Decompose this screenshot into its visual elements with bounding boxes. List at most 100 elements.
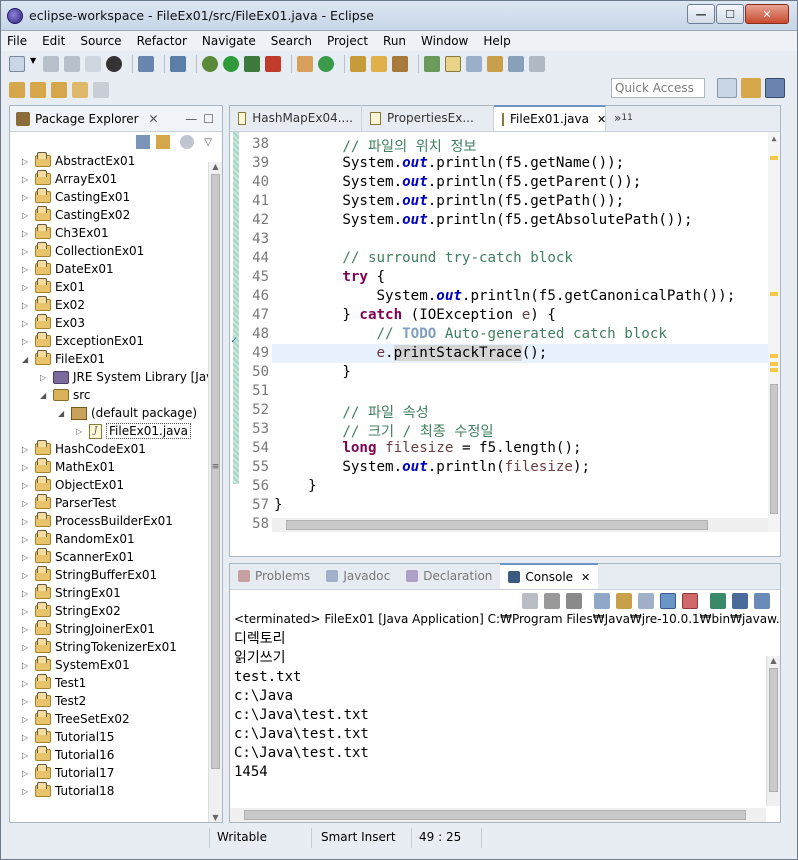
tree-item[interactable]: ▷ ExceptionEx01 — [10, 332, 222, 350]
display-selected-console-icon[interactable] — [732, 593, 748, 609]
menu-help[interactable]: Help — [483, 34, 510, 48]
open-task-icon[interactable] — [371, 56, 387, 72]
package-explorer-scrollbar[interactable]: ▲ ≡ ▼ — [208, 162, 222, 822]
tree-item[interactable]: ▷ ScannerEx01 — [10, 548, 222, 566]
editor-tab[interactable]: HashMapEx04.... — [230, 105, 362, 131]
tree-item[interactable]: ▷ MathEx01 — [10, 458, 222, 476]
menu-source[interactable]: Source — [80, 34, 121, 48]
tree-item[interactable]: ▷ CollectionEx01 — [10, 242, 222, 260]
expand-arrow-icon[interactable]: ▷ — [22, 733, 30, 742]
expand-arrow-icon[interactable]: ▷ — [22, 553, 30, 562]
pilcrow-icon[interactable] — [529, 56, 545, 72]
tree-item[interactable]: ▷ CastingEx02 — [10, 206, 222, 224]
previous-edit-location-icon[interactable] — [30, 82, 46, 98]
tree-item[interactable]: ▷ ObjectEx01 — [10, 476, 222, 494]
expand-arrow-icon[interactable]: ▷ — [22, 499, 30, 508]
menu-run[interactable]: Run — [383, 34, 406, 48]
tree-item[interactable]: ▷ Ex01 — [10, 278, 222, 296]
code-line[interactable]: e.printStackTrace(); — [274, 345, 547, 361]
overview-ruler[interactable]: ▲ — [768, 132, 780, 532]
code-line[interactable]: System.out.println(f5.getCanonicalPath()… — [274, 288, 735, 304]
run-icon[interactable] — [223, 56, 239, 72]
tree-item[interactable]: ▷ StringEx02 — [10, 602, 222, 620]
collapse-arrow-icon[interactable]: ◢ — [22, 355, 30, 364]
maximize-button[interactable]: ☐ — [716, 4, 744, 24]
expand-arrow-icon[interactable]: ▷ — [22, 517, 30, 526]
expand-arrow-icon[interactable]: ▷ — [22, 607, 30, 616]
run-coverage-icon[interactable] — [244, 56, 260, 72]
code-line[interactable]: // 파일의 위치 정보 — [274, 136, 476, 156]
tree-item[interactable]: ▷ StringBufferEx01 — [10, 566, 222, 584]
code-line[interactable]: } catch (IOException e) { — [274, 307, 556, 323]
expand-arrow-icon[interactable]: ▷ — [22, 769, 30, 778]
console-output[interactable]: 디렉토리 읽기쓰기 test.txt c:\Java c:\Java\test.txt c… — [230, 630, 780, 782]
focus-task-icon[interactable] — [180, 135, 195, 149]
tab-console[interactable]: Console ✕ — [500, 563, 599, 589]
close-tab-icon[interactable]: ✕ — [597, 113, 606, 126]
code-line[interactable]: try { — [274, 269, 385, 285]
tree-item[interactable]: ▷ AbstractEx01 — [10, 152, 222, 170]
code-line[interactable]: } — [274, 364, 351, 380]
profile-icon[interactable] — [106, 56, 122, 72]
editor-horizontal-scrollbar[interactable] — [272, 518, 768, 532]
save-all-icon[interactable] — [64, 56, 80, 72]
new-java-package-icon[interactable] — [297, 56, 313, 72]
expand-arrow-icon[interactable]: ▷ — [22, 301, 30, 310]
pin-console-icon[interactable] — [710, 593, 726, 609]
collapse-arrow-icon[interactable]: ◢ — [58, 409, 66, 418]
close-tab-icon[interactable]: ✕ — [581, 571, 590, 584]
toggle-mark-occurrences-icon[interactable] — [445, 56, 461, 72]
tree-item[interactable]: ▷ DateEx01 — [10, 260, 222, 278]
tree-item[interactable]: ▷ StringEx01 — [10, 584, 222, 602]
save-icon[interactable] — [43, 56, 59, 72]
tree-item[interactable]: ▷ Ex03 — [10, 314, 222, 332]
tree-item[interactable]: ▷ Tutorial15 — [10, 728, 222, 746]
remove-launch-icon[interactable] — [544, 593, 560, 609]
expand-arrow-icon[interactable]: ▷ — [22, 175, 30, 184]
new-icon[interactable] — [9, 56, 25, 72]
expand-arrow-icon[interactable]: ▷ — [76, 427, 84, 436]
menu-refactor[interactable]: Refactor — [137, 34, 187, 48]
collapse-arrow-icon[interactable]: ◢ — [40, 391, 48, 400]
console-scrollbar[interactable]: ▲ — [766, 656, 780, 806]
expand-arrow-icon[interactable]: ▷ — [22, 229, 30, 238]
forward-arrow-icon[interactable] — [93, 82, 109, 98]
tree-item[interactable]: ▷ ArrayEx01 — [10, 170, 222, 188]
expand-arrow-icon[interactable]: ▷ — [22, 319, 30, 328]
back-arrow-icon[interactable] — [72, 82, 88, 98]
menu-navigate[interactable]: Navigate — [202, 34, 256, 48]
expand-arrow-icon[interactable]: ▷ — [22, 697, 30, 706]
tree-item[interactable]: ▷ Test2 — [10, 692, 222, 710]
console-horizontal-scrollbar[interactable] — [230, 808, 766, 822]
expand-arrow-icon[interactable]: ▷ — [22, 337, 30, 346]
expand-arrow-icon[interactable]: ▷ — [22, 247, 30, 256]
more-tabs-button[interactable]: » 11 — [606, 105, 641, 131]
scroll-lock-icon[interactable] — [616, 593, 632, 609]
code-line[interactable]: } — [274, 497, 283, 513]
tree-item[interactable]: ▷ StringTokenizerEx01 — [10, 638, 222, 656]
open-console-icon[interactable] — [138, 56, 154, 72]
tree-item[interactable]: ▷ SystemEx01 — [10, 656, 222, 674]
code-line[interactable]: // 파일 속성 — [274, 402, 428, 422]
expand-arrow-icon[interactable]: ▷ — [22, 463, 30, 472]
menu-project[interactable]: Project — [327, 34, 368, 48]
code-area[interactable]: 38 // 파일의 위치 정보 39 System.out.println(f5.… — [230, 132, 780, 532]
code-line[interactable]: System.out.println(f5.getParent()); — [274, 174, 641, 190]
expand-arrow-icon[interactable]: ▷ — [22, 787, 30, 796]
tree-item[interactable]: ▷ Test1 — [10, 674, 222, 692]
menu-search[interactable]: Search — [271, 34, 312, 48]
tree-item[interactable]: ▷ ProcessBuilderEx01 — [10, 512, 222, 530]
toggle-block-selection-icon[interactable] — [466, 56, 482, 72]
tree-item[interactable]: ▷ StringJoinerEx01 — [10, 620, 222, 638]
code-line[interactable]: long filesize = f5.length(); — [274, 440, 581, 456]
tree-item[interactable]: ▷ TreeSetEx02 — [10, 710, 222, 728]
next-annotation-icon[interactable] — [424, 56, 440, 72]
expand-arrow-icon[interactable]: ▷ — [22, 751, 30, 760]
expand-arrow-icon[interactable]: ▷ — [22, 535, 30, 544]
tree-item[interactable]: ◢ src — [10, 386, 222, 404]
code-line[interactable]: // surround try-catch block — [274, 250, 573, 266]
view-menu-icon[interactable]: ▽ — [204, 137, 212, 148]
show-whitespace-icon[interactable] — [508, 56, 524, 72]
package-explorer-tab[interactable]: Package Explorer ✕ — ☐ — [10, 106, 222, 132]
maximize-view-icon[interactable]: ☐ — [203, 112, 214, 126]
